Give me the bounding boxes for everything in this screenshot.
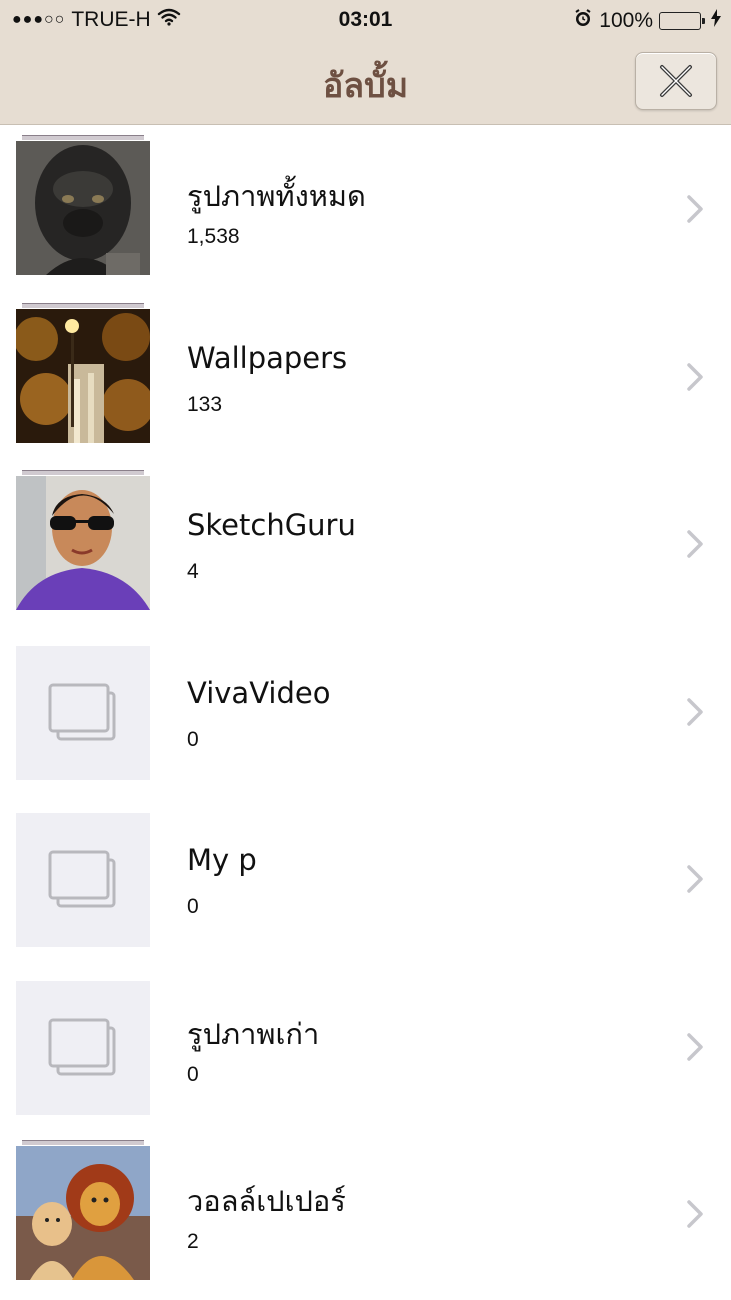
chevron-right-icon: [687, 1032, 703, 1061]
charging-icon: [711, 9, 721, 33]
page-title: อัลบั้ม: [322, 66, 409, 106]
album-thumbnail: [14, 302, 154, 443]
chevron-right-icon: [687, 697, 703, 726]
album-count: 4: [187, 560, 199, 583]
album-row[interactable]: VivaVideo 0: [0, 628, 731, 796]
album-thumbnail: [16, 1140, 150, 1280]
album-count: 133: [187, 392, 223, 416]
close-button[interactable]: [635, 52, 717, 110]
album-title: SketchGuru: [187, 508, 356, 542]
album-row[interactable]: รูปภาพทั้งหมด 1,538: [0, 125, 731, 293]
empty-album-icon: [48, 683, 116, 740]
empty-album-icon: [48, 1018, 116, 1075]
stack-edge: [22, 470, 144, 475]
empty-album-icon: [48, 850, 116, 908]
empty-thumbnail: [16, 813, 150, 947]
stack-edge: [22, 1140, 144, 1145]
album-row[interactable]: รูปภาพเก่า 0: [0, 963, 731, 1131]
album-row[interactable]: Wallpapers 133: [0, 293, 731, 461]
chevron-right-icon: [687, 362, 703, 391]
album-count: 0: [187, 895, 199, 918]
album-thumbnail: [16, 638, 150, 780]
navigation-bar: อัลบั้ม: [0, 40, 731, 124]
status-bar: ●●●○○ TRUE-H 03:01 100%: [0, 0, 731, 40]
album-title: My p: [187, 843, 257, 877]
album-thumbnail: [16, 470, 150, 610]
album-row[interactable]: SketchGuru 4: [0, 460, 731, 628]
alarm-icon: [573, 8, 593, 34]
thumbnail-image: [16, 141, 150, 275]
thumbnail-image: [16, 476, 150, 610]
chevron-right-icon: [687, 195, 703, 223]
status-right: 100%: [573, 8, 721, 34]
album-count: 0: [187, 727, 199, 751]
chevron-right-icon: [687, 530, 703, 558]
album-row[interactable]: My p 0: [0, 795, 731, 963]
thumbnail-image: [14, 308, 154, 443]
close-x-icon: [660, 65, 692, 97]
album-title: VivaVideo: [187, 675, 331, 710]
top-bar: ●●●○○ TRUE-H 03:01 100% อัลบั้ม: [0, 0, 731, 125]
battery-icon: [659, 12, 705, 30]
album-thumbnail: [16, 973, 150, 1115]
lion-cartoon-thumbnail: [16, 1146, 150, 1280]
album-title: วอลล์เปเปอร์: [187, 1184, 346, 1218]
album-title: รูปภาพเก่า: [187, 1016, 320, 1051]
chevron-right-icon: [687, 865, 703, 893]
stack-edge: [22, 302, 144, 308]
album-thumbnail: [16, 135, 150, 275]
album-title: Wallpapers: [187, 340, 348, 375]
chevron-right-icon: [687, 1200, 703, 1228]
album-count: 1,538: [187, 225, 240, 248]
selfie-thumbnail: [16, 476, 150, 610]
stack-edge: [22, 135, 144, 140]
battery-percent: 100%: [599, 9, 653, 32]
album-thumbnail: [16, 805, 150, 947]
street-night-thumbnail: [14, 308, 154, 443]
album-list: รูปภาพทั้งหมด 1,538 Wallpapers 133 SketchGur…: [0, 125, 731, 1298]
gorilla-thumbnail: [16, 141, 150, 275]
album-title: รูปภาพทั้งหมด: [187, 179, 366, 213]
thumbnail-image: [16, 1146, 150, 1280]
album-row[interactable]: วอลล์เปเปอร์ 2: [0, 1130, 731, 1298]
empty-thumbnail: [16, 645, 150, 780]
album-count: 2: [187, 1230, 199, 1253]
empty-thumbnail: [16, 980, 150, 1115]
album-count: 0: [187, 1062, 199, 1086]
